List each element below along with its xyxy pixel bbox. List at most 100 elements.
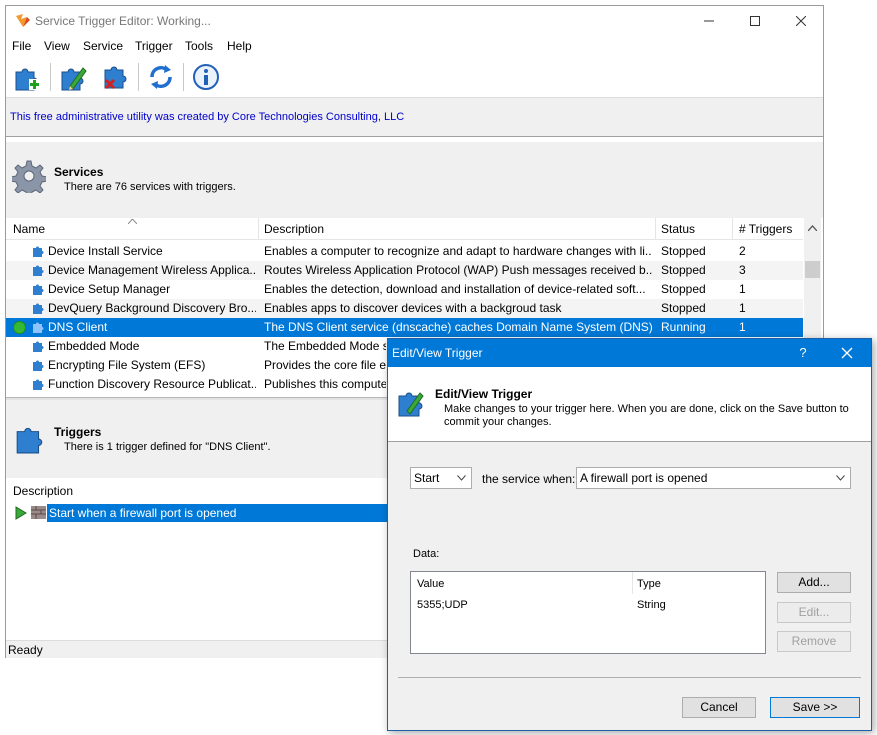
minimize-button[interactable]	[686, 6, 732, 36]
service-when-label: the service when:	[482, 472, 576, 486]
service-description: The Embedded Mode s	[264, 339, 386, 353]
service-description: Provides the core file en	[264, 358, 386, 372]
maximize-icon	[750, 16, 760, 26]
data-value-cell[interactable]: 5355;UDP	[417, 599, 468, 611]
remove-data-button[interactable]: Remove	[777, 631, 851, 652]
dialog-divider	[398, 677, 861, 678]
edit-trigger-icon	[398, 392, 424, 417]
service-status: Running	[661, 320, 706, 334]
triggers-title: Triggers	[54, 425, 102, 439]
column-header-trigger-description[interactable]: Description	[13, 484, 73, 498]
service-name: Encrypting File System (EFS)	[48, 358, 206, 372]
delete-trigger-button[interactable]	[99, 60, 133, 94]
menu-bar: File View Service Trigger Tools Help	[6, 36, 823, 56]
menu-service[interactable]: Service	[83, 39, 123, 53]
data-column-value[interactable]: Value	[417, 578, 444, 590]
action-select[interactable]: Start	[410, 467, 472, 489]
add-trigger-icon	[15, 68, 40, 91]
running-status-icon	[13, 321, 26, 334]
add-trigger-button[interactable]	[10, 60, 44, 94]
service-status: Stopped	[661, 282, 706, 296]
scroll-thumb[interactable]	[805, 261, 820, 278]
trigger-description: Start when a firewall port is opened	[49, 506, 237, 520]
dialog-title: Edit/View Trigger	[392, 346, 483, 360]
service-name: DevQuery Background Discovery Bro...	[48, 301, 256, 315]
app-icon	[16, 14, 30, 27]
save-button[interactable]: Save >>	[770, 697, 860, 718]
menu-tools[interactable]: Tools	[185, 39, 213, 53]
toolbar-separator	[138, 63, 139, 91]
window-title: Service Trigger Editor: Working...	[35, 14, 211, 28]
service-puzzle-icon	[33, 360, 44, 371]
service-row-selected[interactable]: DNS Client The DNS Client service (dnsca…	[6, 318, 803, 337]
triggers-subtitle: There is 1 trigger defined for "DNS Clie…	[64, 441, 271, 453]
column-header-name[interactable]: Name	[13, 222, 45, 236]
data-column-type[interactable]: Type	[637, 578, 661, 590]
service-row[interactable]: Device Management Wireless Applica... Ro…	[6, 261, 803, 280]
gear-icon	[12, 160, 46, 193]
edit-trigger-button[interactable]	[56, 60, 90, 94]
services-title: Services	[54, 165, 104, 179]
data-label: Data:	[413, 548, 440, 560]
event-select-value: A firewall port is opened	[580, 471, 708, 485]
column-divider	[632, 572, 633, 594]
service-status: Stopped	[661, 263, 706, 277]
service-row[interactable]: Device Install Service Enables a compute…	[6, 242, 803, 261]
services-list-header: Name Description Status # Triggers	[6, 218, 803, 240]
help-button[interactable]: ?	[793, 345, 813, 360]
dialog-close-button[interactable]	[837, 345, 857, 361]
event-select[interactable]: A firewall port is opened	[576, 467, 851, 489]
service-description: Enables apps to discover devices with a …	[264, 301, 562, 315]
service-row[interactable]: Device Setup Manager Enables the detecti…	[6, 280, 803, 299]
service-description: Publishes this compute	[264, 377, 386, 391]
firewall-icon	[31, 506, 46, 519]
edit-trigger-icon	[61, 67, 87, 91]
menu-trigger[interactable]: Trigger	[135, 39, 173, 53]
info-banner: This free administrative utility was cre…	[6, 97, 823, 137]
action-select-value: Start	[414, 471, 440, 485]
refresh-icon	[150, 65, 172, 89]
title-bar: Service Trigger Editor: Working...	[6, 6, 823, 36]
close-button[interactable]	[778, 6, 824, 36]
cancel-button[interactable]: Cancel	[682, 697, 756, 718]
column-divider	[732, 218, 733, 240]
services-subtitle: There are 76 services with triggers.	[64, 181, 236, 193]
menu-help[interactable]: Help	[227, 39, 252, 53]
data-type-cell[interactable]: String	[637, 599, 666, 611]
status-text: Ready	[8, 643, 43, 657]
trigger-row-selected[interactable]: Start when a firewall port is opened	[47, 504, 387, 522]
service-puzzle-icon	[33, 322, 44, 333]
dialog-title-bar: Edit/View Trigger ?	[388, 339, 871, 367]
service-name: DNS Client	[48, 320, 108, 334]
service-name: Function Discovery Resource Publicat...	[48, 377, 256, 391]
service-puzzle-icon	[33, 265, 44, 276]
add-data-button[interactable]: Add...	[777, 572, 851, 593]
dialog-header-title: Edit/View Trigger	[435, 387, 533, 401]
toolbar-separator	[50, 63, 51, 91]
service-name: Device Setup Manager	[48, 282, 171, 296]
menu-file[interactable]: File	[12, 39, 31, 53]
column-header-description[interactable]: Description	[264, 222, 324, 236]
puzzle-icon	[16, 427, 43, 454]
toolbar-separator	[183, 63, 184, 91]
chevron-down-icon	[836, 475, 845, 481]
edit-trigger-dialog: Edit/View Trigger ? Edit/View Trigger Ma…	[387, 338, 872, 731]
menu-view[interactable]: View	[44, 39, 70, 53]
service-puzzle-icon	[33, 303, 44, 314]
maximize-button[interactable]	[732, 6, 778, 36]
dialog-header: Edit/View Trigger Make changes to your t…	[388, 367, 871, 442]
service-description: The DNS Client service (dnscache) caches…	[264, 320, 652, 334]
service-description: Enables a computer to recognize and adap…	[264, 244, 652, 258]
data-list[interactable]: Value Type 5355;UDP String	[410, 571, 766, 654]
delete-trigger-icon	[104, 66, 127, 90]
service-name: Device Install Service	[48, 244, 163, 258]
info-button[interactable]	[189, 60, 223, 94]
column-header-status[interactable]: Status	[661, 222, 695, 236]
edit-data-button[interactable]: Edit...	[777, 602, 851, 623]
service-row[interactable]: DevQuery Background Discovery Bro... Ena…	[6, 299, 803, 318]
banner-text: This free administrative utility was cre…	[10, 111, 405, 123]
column-header-triggers[interactable]: # Triggers	[739, 222, 792, 236]
refresh-button[interactable]	[144, 60, 178, 94]
scroll-up-icon[interactable]	[808, 225, 817, 231]
service-trigger-count: 1	[739, 282, 746, 296]
